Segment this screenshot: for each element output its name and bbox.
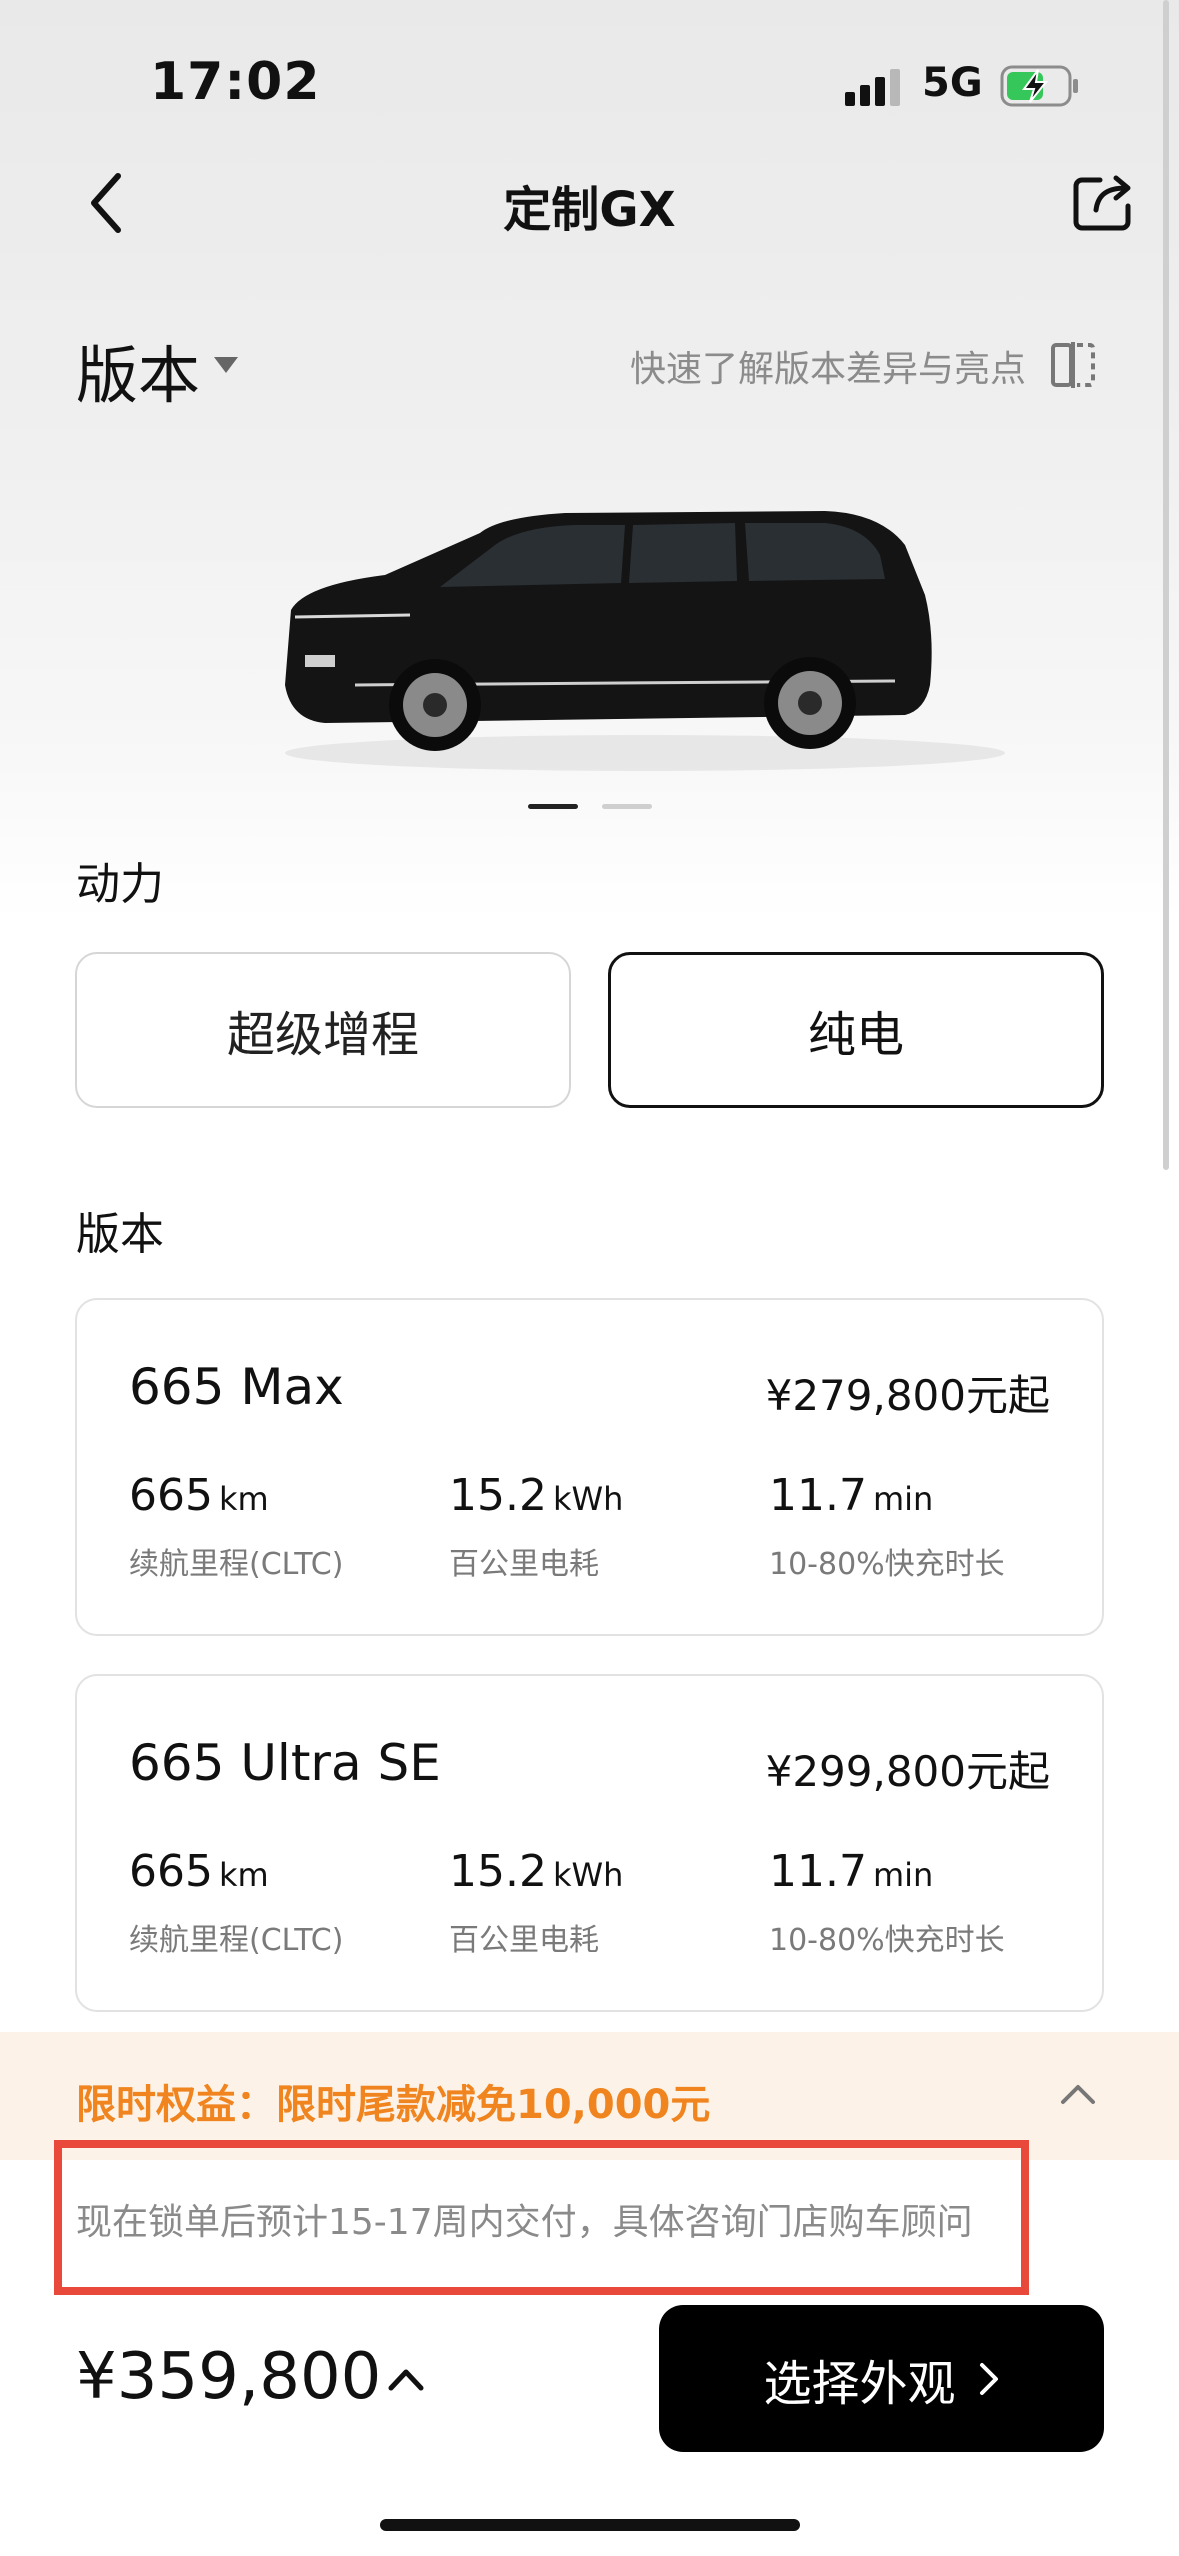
spec-label: 10-80%快充时长	[769, 1547, 1005, 1582]
spec-charge-time: 11.7 min 10-80%快充时长	[769, 1846, 1005, 1959]
power-section-title: 动力	[76, 859, 164, 910]
home-indicator[interactable]	[380, 2519, 800, 2531]
version-price: ¥299,800元起	[765, 1747, 1050, 1796]
version-card-ultra-se[interactable]: 665 Ultra SE ¥299,800元起 665 km 续航里程(CLTC)…	[75, 1674, 1104, 2012]
spec-unit: kWh	[552, 1856, 624, 1894]
promo-text: 限时权益：限时尾款减免10,000元	[76, 2082, 711, 2128]
signal-icon	[845, 69, 900, 106]
spec-label: 续航里程(CLTC)	[129, 1923, 344, 1958]
version-name: 665 Ultra SE	[129, 1734, 441, 1792]
spec-value: 15.2	[449, 1470, 547, 1521]
status-time: 17:02	[150, 52, 321, 112]
spec-label: 百公里电耗	[449, 1547, 599, 1582]
car-image	[285, 511, 1005, 771]
spec-value: 11.7	[769, 1846, 867, 1897]
caret-down-icon[interactable]	[212, 355, 240, 375]
spec-label: 10-80%快充时长	[769, 1923, 1005, 1958]
spec-value: 15.2	[449, 1846, 547, 1897]
spec-value: 11.7	[769, 1470, 867, 1521]
spec-consumption: 15.2 kWh 百公里电耗	[449, 1470, 623, 1583]
spec-unit: min	[872, 1480, 934, 1518]
spec-unit: min	[872, 1856, 934, 1894]
select-exterior-button[interactable]: 选择外观	[659, 2305, 1104, 2452]
share-icon[interactable]	[1070, 170, 1138, 234]
version-price: ¥279,800元起	[765, 1371, 1050, 1420]
chevron-up-icon[interactable]	[1060, 2082, 1096, 2106]
chevron-right-icon	[979, 2362, 998, 2395]
spec-unit: kWh	[552, 1480, 624, 1518]
spec-value: 665	[129, 1846, 213, 1897]
version-card-max[interactable]: 665 Max ¥279,800元起 665 km 续航里程(CLTC) 15.2…	[75, 1298, 1104, 1636]
carousel-dot-active[interactable]	[528, 804, 578, 809]
spec-range: 665 km 续航里程(CLTC)	[129, 1846, 343, 1959]
spec-label: 百公里电耗	[449, 1923, 599, 1958]
spec-consumption: 15.2 kWh 百公里电耗	[449, 1846, 623, 1959]
carousel-dot[interactable]	[602, 804, 652, 809]
delivery-note: 现在锁单后预计15-17周内交付，具体咨询门店购车顾问	[76, 2202, 973, 2243]
spec-unit: km	[218, 1856, 269, 1894]
power-option-electric[interactable]: 纯电	[608, 952, 1104, 1108]
network-type: 5G	[922, 60, 983, 106]
total-price[interactable]: ¥359,800	[76, 2340, 381, 2414]
spec-charge-time: 11.7 min 10-80%快充时长	[769, 1470, 1005, 1583]
version-dropdown[interactable]: 版本	[76, 325, 200, 415]
compare-versions-link[interactable]: 快速了解版本差异与亮点	[630, 340, 1026, 392]
compare-icon[interactable]	[1050, 340, 1096, 390]
versions-section-title: 版本	[76, 1209, 164, 1260]
spec-value: 665	[129, 1470, 213, 1521]
spec-unit: km	[218, 1480, 269, 1518]
header-background	[0, 0, 1179, 920]
version-name: 665 Max	[129, 1358, 344, 1416]
page-title: 定制GX	[503, 182, 676, 238]
battery-charging-icon	[1000, 65, 1078, 107]
spec-label: 续航里程(CLTC)	[129, 1547, 344, 1582]
spec-range: 665 km 续航里程(CLTC)	[129, 1470, 343, 1583]
chevron-up-icon[interactable]	[388, 2366, 424, 2392]
cta-label: 选择外观	[763, 2355, 956, 2412]
power-option-range-extender[interactable]: 超级增程	[75, 952, 571, 1108]
